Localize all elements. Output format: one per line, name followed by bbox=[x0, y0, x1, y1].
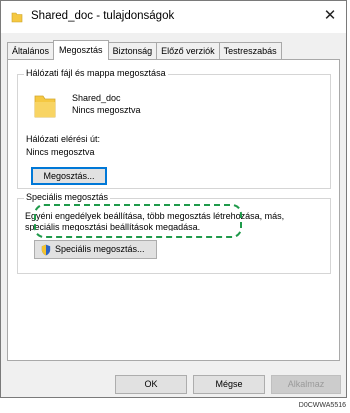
advanced-sharing-group-title: Speciális megosztás bbox=[24, 192, 111, 202]
tab-strip: Általános Megosztás Biztonság Előző verz… bbox=[7, 40, 282, 60]
tab-general[interactable]: Általános bbox=[7, 42, 55, 59]
network-path-label: Hálózati elérési út: bbox=[26, 134, 101, 144]
shield-icon bbox=[41, 244, 51, 256]
share-button[interactable]: Megosztás... bbox=[31, 167, 107, 185]
tab-previous-versions[interactable]: Előző verziók bbox=[156, 42, 220, 59]
highlight-frame bbox=[34, 204, 242, 238]
advanced-sharing-button[interactable]: Speciális megosztás... bbox=[34, 240, 157, 259]
tab-customize[interactable]: Testreszabás bbox=[218, 42, 282, 59]
close-icon[interactable]: ✕ bbox=[321, 7, 339, 25]
apply-button: Alkalmaz bbox=[271, 375, 341, 394]
image-code: D0CWWA5516 bbox=[298, 402, 346, 409]
advanced-sharing-button-label: Speciális megosztás... bbox=[55, 244, 145, 254]
tab-sharing[interactable]: Megosztás bbox=[53, 40, 109, 60]
tab-security[interactable]: Biztonság bbox=[107, 42, 158, 59]
properties-dialog: Shared_doc - tulajdonságok ✕ Általános M… bbox=[0, 0, 347, 398]
cancel-button[interactable]: Mégse bbox=[193, 375, 265, 394]
title-bar[interactable]: Shared_doc - tulajdonságok ✕ bbox=[1, 1, 346, 33]
ok-button[interactable]: OK bbox=[115, 375, 187, 394]
network-sharing-group-title: Hálózati fájl és mappa megosztása bbox=[24, 68, 168, 78]
folder-name: Shared_doc bbox=[72, 93, 121, 103]
folder-share-status: Nincs megosztva bbox=[72, 105, 141, 115]
network-path-value: Nincs megosztva bbox=[26, 147, 95, 157]
folder-icon bbox=[34, 95, 56, 118]
network-sharing-group: Hálózati fájl és mappa megosztása Shared… bbox=[17, 68, 331, 189]
window-title: Shared_doc - tulajdonságok bbox=[31, 10, 175, 22]
folder-icon bbox=[11, 12, 23, 23]
